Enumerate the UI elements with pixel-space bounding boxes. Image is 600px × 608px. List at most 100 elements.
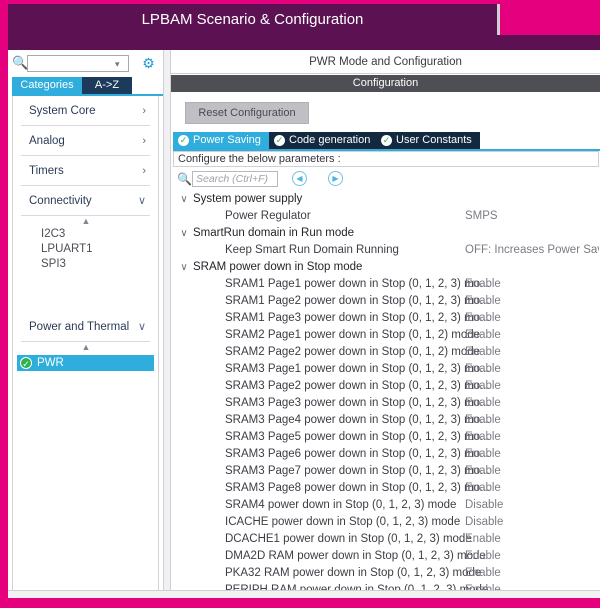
- parameter-value[interactable]: Enable: [465, 412, 501, 429]
- tab-user-constants[interactable]: ✓ User Constants: [376, 132, 480, 149]
- sidebar-search-input[interactable]: ▾: [27, 55, 129, 72]
- parameter-value[interactable]: Enable: [465, 378, 501, 395]
- parameter-row[interactable]: SRAM1 Page1 power down in Stop (0, 1, 2,…: [173, 276, 599, 293]
- parameter-tree: ∨ System power supply Power Regulator SMPS ∨…: [173, 191, 599, 596]
- gear-icon[interactable]: ⚙: [141, 56, 156, 71]
- list-item[interactable]: LPUART1: [13, 242, 158, 257]
- chevron-down-icon[interactable]: ∨: [178, 225, 190, 242]
- parameter-row[interactable]: SRAM3 Page1 power down in Stop (0, 1, 2,…: [173, 361, 599, 378]
- connectivity-sublist: ▲ I2C3 LPUART1 SPI3: [13, 216, 158, 278]
- parameter-value[interactable]: Enable: [465, 293, 501, 310]
- title-bar-divider: [497, 4, 500, 35]
- tree-group-header[interactable]: ∨ System power supply: [173, 191, 599, 208]
- sidebar-item-analog[interactable]: Analog ›: [21, 126, 150, 156]
- parameter-value[interactable]: Enable: [465, 327, 501, 344]
- chevron-right-circle-icon[interactable]: ▶: [328, 171, 343, 186]
- sidebar-item-connectivity[interactable]: Connectivity ∨: [21, 186, 150, 216]
- sidebar-item-label: Power and Thermal: [29, 321, 130, 333]
- parameter-value[interactable]: Enable: [465, 548, 501, 565]
- parameter-row[interactable]: SRAM3 Page7 power down in Stop (0, 1, 2,…: [173, 463, 599, 480]
- scroll-up-icon[interactable]: ▲: [13, 216, 158, 227]
- configuration-tabs: ✓ Power Saving ✓ Code generation ✓ User …: [173, 132, 600, 151]
- tab-a-to-z[interactable]: A->Z: [82, 77, 132, 94]
- sidebar-item-system-core[interactable]: System Core ›: [21, 96, 150, 126]
- scroll-up-icon[interactable]: ▲: [13, 342, 158, 353]
- vertical-split-handle[interactable]: [163, 50, 171, 598]
- chevron-down-icon[interactable]: ∨: [178, 259, 190, 276]
- parameter-row[interactable]: DMA2D RAM power down in Stop (0, 1, 2, 3…: [173, 548, 599, 565]
- parameter-label: SRAM3 Page5 power down in Stop (0, 1, 2,…: [225, 431, 490, 443]
- parameter-value[interactable]: Enable: [465, 531, 501, 548]
- parameter-value[interactable]: Enable: [465, 446, 501, 463]
- tab-label: Code generation: [289, 134, 371, 146]
- parameter-row[interactable]: SRAM3 Page8 power down in Stop (0, 1, 2,…: [173, 480, 599, 497]
- check-circle-icon: ✓: [178, 135, 189, 146]
- parameter-row[interactable]: ICACHE power down in Stop (0, 1, 2, 3) m…: [173, 514, 599, 531]
- parameter-value[interactable]: Enable: [465, 310, 501, 327]
- parameter-label: DMA2D RAM power down in Stop (0, 1, 2, 3…: [225, 550, 486, 562]
- sidebar: 🔍 ▾ ⚙ Categories A->Z System Core › Anal…: [8, 50, 163, 598]
- sidebar-item-power-and-thermal[interactable]: Power and Thermal ∨: [21, 312, 150, 342]
- sidebar-item-label: PWR: [37, 357, 64, 369]
- horizontal-split-handle[interactable]: [8, 590, 600, 598]
- parameter-label: SRAM3 Page4 power down in Stop (0, 1, 2,…: [225, 414, 490, 426]
- parameter-value[interactable]: SMPS: [465, 208, 498, 225]
- chevron-left-circle-icon[interactable]: ◀: [292, 171, 307, 186]
- sidebar-item-label: Connectivity: [29, 195, 92, 207]
- parameter-value[interactable]: Disable: [465, 497, 503, 514]
- parameter-value[interactable]: Enable: [465, 276, 501, 293]
- parameter-row[interactable]: SRAM3 Page6 power down in Stop (0, 1, 2,…: [173, 446, 599, 463]
- parameter-value[interactable]: Enable: [465, 361, 501, 378]
- parameter-value[interactable]: Enable: [465, 429, 501, 446]
- tab-power-saving[interactable]: ✓ Power Saving: [173, 132, 269, 149]
- sidebar-item-label: Analog: [29, 135, 65, 147]
- sidebar-tabs: Categories A->Z: [12, 77, 163, 96]
- parameter-row[interactable]: SRAM3 Page5 power down in Stop (0, 1, 2,…: [173, 429, 599, 446]
- parameter-row[interactable]: SRAM3 Page3 power down in Stop (0, 1, 2,…: [173, 395, 599, 412]
- tab-label: Power Saving: [193, 134, 261, 146]
- parameter-row[interactable]: SRAM3 Page2 power down in Stop (0, 1, 2,…: [173, 378, 599, 395]
- parameter-row[interactable]: SRAM1 Page2 power down in Stop (0, 1, 2,…: [173, 293, 599, 310]
- parameter-value[interactable]: Enable: [465, 565, 501, 582]
- parameter-value[interactable]: Enable: [465, 344, 501, 361]
- parameter-value[interactable]: Enable: [465, 395, 501, 412]
- parameter-value[interactable]: Enable: [465, 463, 501, 480]
- sidebar-item-timers[interactable]: Timers ›: [21, 156, 150, 186]
- chevron-right-icon[interactable]: ›: [142, 126, 146, 156]
- parameter-row[interactable]: DCACHE1 power down in Stop (0, 1, 2, 3) …: [173, 531, 599, 548]
- search-icon: 🔍: [12, 55, 29, 70]
- parameter-row[interactable]: SRAM2 Page1 power down in Stop (0, 1, 2)…: [173, 327, 599, 344]
- tab-code-generation[interactable]: ✓ Code generation: [269, 132, 379, 149]
- chevron-down-icon[interactable]: ∨: [178, 191, 190, 208]
- chevron-right-icon[interactable]: ›: [142, 156, 146, 186]
- parameter-label: SRAM3 Page2 power down in Stop (0, 1, 2,…: [225, 380, 490, 392]
- parameter-row[interactable]: SRAM4 power down in Stop (0, 1, 2, 3) mo…: [173, 497, 599, 514]
- parameter-row[interactable]: SRAM1 Page3 power down in Stop (0, 1, 2,…: [173, 310, 599, 327]
- parameter-row[interactable]: SRAM3 Page4 power down in Stop (0, 1, 2,…: [173, 412, 599, 429]
- configuration-panel: PWR Mode and Configuration Configuration…: [171, 50, 600, 598]
- chevron-down-icon[interactable]: ▾: [115, 60, 124, 69]
- tree-group-label: SRAM power down in Stop mode: [193, 261, 363, 273]
- tree-group-label: SmartRun domain in Run mode: [193, 227, 355, 239]
- chevron-right-icon[interactable]: ›: [142, 96, 146, 126]
- parameter-row[interactable]: Power Regulator SMPS: [173, 208, 599, 225]
- parameter-value[interactable]: Enable: [465, 480, 501, 497]
- list-item[interactable]: SPI3: [13, 257, 158, 272]
- tree-group-header[interactable]: ∨ SRAM power down in Stop mode: [173, 259, 599, 276]
- parameter-row[interactable]: PKA32 RAM power down in Stop (0, 1, 2, 3…: [173, 565, 599, 582]
- chevron-down-icon[interactable]: ∨: [138, 312, 146, 342]
- list-item[interactable]: I2C3: [13, 227, 158, 242]
- reset-configuration-button[interactable]: Reset Configuration: [185, 102, 309, 124]
- sidebar-item-pwr[interactable]: ✓ PWR: [17, 355, 154, 371]
- parameter-label: SRAM4 power down in Stop (0, 1, 2, 3) mo…: [225, 499, 457, 511]
- tab-categories[interactable]: Categories: [12, 77, 82, 94]
- chevron-down-icon[interactable]: ∨: [138, 186, 146, 216]
- parameter-label: SRAM3 Page1 power down in Stop (0, 1, 2,…: [225, 363, 490, 375]
- parameter-value[interactable]: OFF: Increases Power Saving: [465, 242, 599, 259]
- tree-group-header[interactable]: ∨ SmartRun domain in Run mode: [173, 225, 599, 242]
- parameter-row[interactable]: SRAM2 Page2 power down in Stop (0, 1, 2)…: [173, 344, 599, 361]
- parameter-row[interactable]: Keep Smart Run Domain Running OFF: Increa…: [173, 242, 599, 259]
- parameter-value[interactable]: Disable: [465, 514, 503, 531]
- parameter-search-input[interactable]: Search (Ctrl+F): [192, 171, 278, 187]
- parameter-label: Keep Smart Run Domain Running: [225, 244, 399, 256]
